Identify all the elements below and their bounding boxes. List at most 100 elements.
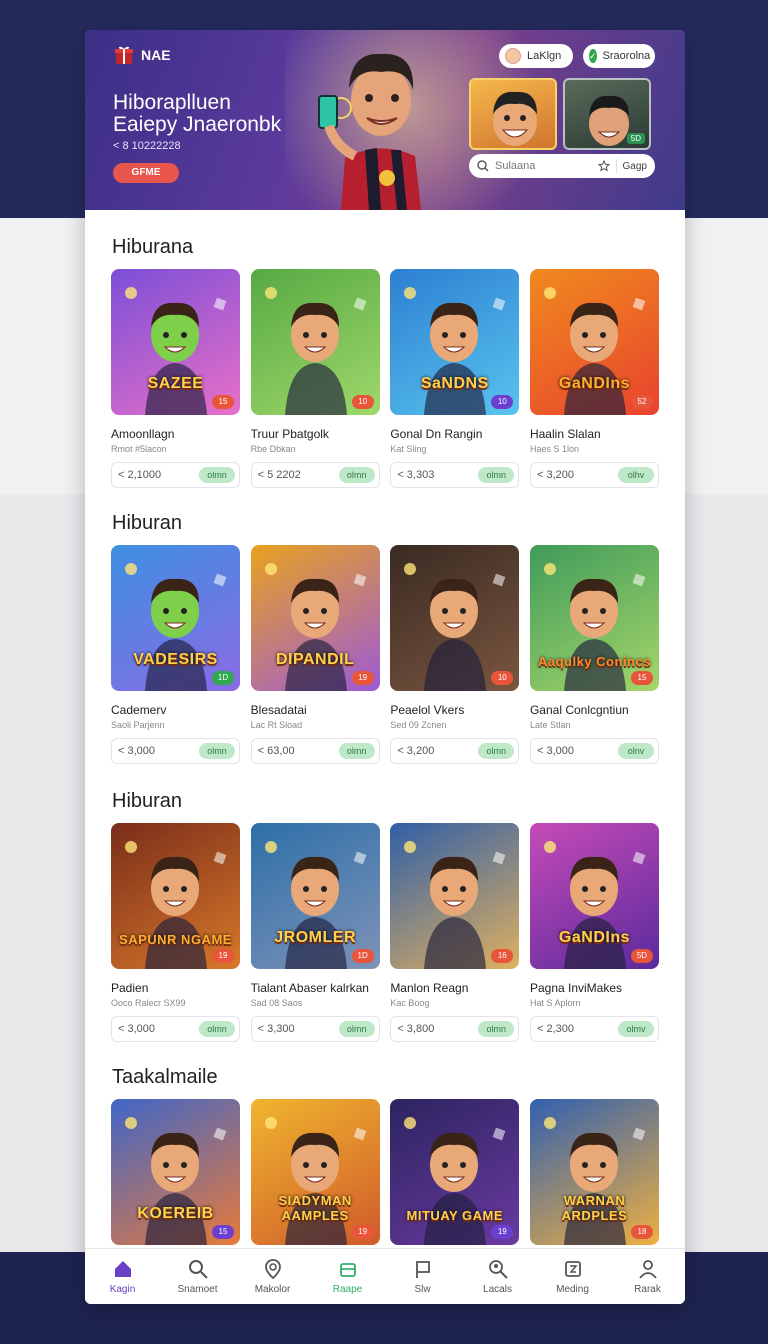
card-action-chip[interactable]: olmn bbox=[338, 467, 375, 483]
friends-park-art[interactable]: 10 bbox=[250, 269, 380, 415]
red-car-art[interactable]: Aaqulky Conincs 15 bbox=[529, 545, 659, 691]
game-card[interactable]: SAZEE 15 Amoonllagn Rmot #5lacon < 2,1000 olm… bbox=[111, 269, 240, 488]
card-footer: < 3,000 olmn bbox=[111, 738, 240, 764]
section-title: Hiburan bbox=[112, 512, 183, 534]
card-art-title: GaNDIns bbox=[558, 929, 630, 946]
card-meta: Rmot #5lacon bbox=[111, 444, 167, 454]
nav-item-flag[interactable]: Slw bbox=[385, 1249, 460, 1304]
nav-item-search[interactable]: Snamoet bbox=[160, 1249, 235, 1304]
kids-run-art[interactable]: WARNAN ARDPLES 18 bbox=[529, 1099, 659, 1245]
card-badge: 10 bbox=[491, 395, 514, 409]
game-card[interactable]: WARNAN ARDPLES 18 bbox=[529, 1099, 659, 1245]
card-action-chip[interactable]: olhv bbox=[617, 467, 654, 483]
game-card[interactable]: DIPANDIL 19 Blesadatai Lac Rt Sload < 63,00 o… bbox=[250, 545, 380, 764]
search-input[interactable]: Sulaana bbox=[495, 160, 592, 172]
card-action-chip[interactable]: olmn bbox=[478, 743, 515, 759]
card-badge: 1D bbox=[351, 949, 374, 963]
game-card[interactable]: 16 Manlon Reagn Kac Boog < 3,800 olmn bbox=[390, 823, 520, 1042]
hero-cta-button[interactable]: GFME bbox=[113, 163, 179, 183]
search-bar[interactable]: Sulaana Gagp bbox=[469, 154, 655, 178]
nav-label: Lacals bbox=[483, 1284, 512, 1295]
card-action-chip[interactable]: olmn bbox=[338, 1021, 375, 1037]
game-card[interactable]: GaNDIns 52 Haalin Slalan Haes S 1lon < 3,200… bbox=[529, 269, 659, 488]
signup-button[interactable]: ✓ Sraorolna bbox=[583, 44, 655, 68]
card-meta: Sad 08 Saos bbox=[250, 998, 303, 1008]
card-action-chip[interactable]: olmn bbox=[338, 743, 375, 759]
star-icon[interactable] bbox=[597, 160, 610, 172]
card-badge: 19 bbox=[351, 671, 374, 685]
nav-label: Makolor bbox=[254, 1284, 291, 1295]
game-card[interactable]: JROMLER 1D Tialant Abaser kalrkan Sad 08 Sa… bbox=[250, 823, 380, 1042]
card-price: < 3,303 bbox=[397, 469, 435, 481]
hero-banner: NAE Hiboraplluen Eaiepy Jnaeronbk < 8 10… bbox=[85, 30, 685, 210]
game-card[interactable]: KOEREIB 15 bbox=[111, 1099, 240, 1245]
game-card[interactable]: SaNDNS 10 Gonal Dn Rangin Kat Sling < 3,303 o… bbox=[390, 269, 520, 488]
group-stage-art[interactable]: SAPUNR NGAME 19 bbox=[111, 823, 240, 969]
card-action-chip[interactable]: olmv bbox=[617, 1021, 654, 1037]
boy-monster-art[interactable]: VADESIRS 1D bbox=[111, 545, 240, 691]
card-art-title: VADESIRS bbox=[133, 651, 218, 668]
character-figure bbox=[543, 841, 646, 969]
game-card[interactable]: Aaqulky Conincs 15 Ganal Conlcgntiun Late S… bbox=[529, 545, 659, 764]
featured-thumbnail-2[interactable]: 5D bbox=[563, 78, 651, 150]
card-badge: 52 bbox=[630, 395, 653, 409]
friends-gang-art[interactable]: KOEREIB 15 bbox=[111, 1099, 240, 1245]
card-art-title: JROMLER bbox=[274, 929, 357, 946]
nav-item-home[interactable]: Kagin bbox=[85, 1249, 160, 1304]
girl-portrait-art[interactable]: 10 bbox=[390, 545, 520, 691]
login-button[interactable]: LaKlgn bbox=[499, 44, 573, 68]
card-title: Ganal Conlcgntiun bbox=[529, 703, 629, 717]
card-action-chip[interactable]: olmn bbox=[478, 1021, 515, 1037]
card-meta: Kat Sling bbox=[390, 444, 427, 454]
character-figure bbox=[264, 841, 367, 969]
game-card[interactable]: SIADYMAN AAMPLES 19 bbox=[250, 1099, 380, 1245]
game-card[interactable]: GaNDIns 5D Pagna InviMakes Hat S Aplorn < 2,… bbox=[529, 823, 659, 1042]
nav-item-tile[interactable]: Meding bbox=[535, 1249, 610, 1304]
card-badge: 10 bbox=[351, 395, 374, 409]
card-grid: KOEREIB 15 SIADYMAN AAMPLES 19 MITUAY GAME 19… bbox=[111, 1099, 659, 1245]
party-dragon-art[interactable]: DIPANDIL 19 bbox=[250, 545, 380, 691]
game-card[interactable]: MITUAY GAME 19 bbox=[390, 1099, 520, 1245]
nav-item-profile[interactable]: Rarak bbox=[610, 1249, 685, 1304]
boy-hero-art[interactable]: SaNDNS 10 bbox=[390, 269, 520, 415]
card-footer: < 63,00 olmn bbox=[250, 738, 380, 764]
nav-item-magnify-person[interactable]: Lacals bbox=[460, 1249, 535, 1304]
game-card[interactable]: SAPUNR NGAME 19 Padien Ooco Ralecr SX99 < 3,… bbox=[111, 823, 240, 1042]
featured-thumbnail-1[interactable] bbox=[469, 78, 557, 150]
character-figure bbox=[404, 1117, 506, 1245]
card-price: < 5 2202 bbox=[257, 469, 301, 481]
card-action-chip[interactable]: olmn bbox=[199, 467, 235, 483]
card-action-chip[interactable]: olmn bbox=[199, 743, 235, 759]
card-action-chip[interactable]: olnv bbox=[617, 743, 654, 759]
nav-label: Meding bbox=[556, 1284, 589, 1295]
game-card[interactable]: 10 Peaelol Vkers Sed 09 Zcnen < 3,200 olmn bbox=[390, 545, 520, 764]
brand[interactable]: NAE bbox=[113, 44, 171, 66]
guitarist-art[interactable]: 16 bbox=[390, 823, 520, 969]
nav-item-box[interactable]: Raape bbox=[310, 1249, 385, 1304]
cool-boy-art[interactable]: SIADYMAN AAMPLES 19 bbox=[250, 1099, 380, 1245]
signup-label: Sraorolna bbox=[602, 50, 651, 62]
avatar bbox=[505, 48, 521, 64]
card-action-chip[interactable]: olmn bbox=[199, 1021, 235, 1037]
green-monster-art[interactable]: SAZEE 15 bbox=[111, 269, 240, 415]
guitar-boy-art[interactable]: GaNDIns 52 bbox=[529, 269, 659, 415]
character-figure bbox=[125, 1117, 227, 1245]
card-grid: VADESIRS 1D Cademerv Saoli Parjenn < 3,000 ol… bbox=[111, 545, 659, 764]
hero-title: Hiboraplluen Eaiepy Jnaeronbk bbox=[113, 92, 281, 136]
card-footer: < 3,200 olhv bbox=[529, 462, 659, 488]
divider bbox=[615, 159, 617, 173]
card-meta: Late Stlan bbox=[529, 720, 571, 730]
skater-art[interactable]: JROMLER 1D bbox=[250, 823, 380, 969]
search-filter-label[interactable]: Gagp bbox=[623, 161, 647, 172]
rocker-boy-art[interactable]: GaNDIns 5D bbox=[529, 823, 659, 969]
card-action-chip[interactable]: olmn bbox=[478, 467, 515, 483]
crowd-show-art[interactable]: MITUAY GAME 19 bbox=[390, 1099, 520, 1245]
nav-item-user-pin[interactable]: Makolor bbox=[235, 1249, 310, 1304]
card-price: < 2,1000 bbox=[118, 469, 162, 481]
card-footer: < 3,800 olmn bbox=[390, 1016, 520, 1042]
search-icon bbox=[188, 1260, 208, 1279]
game-card[interactable]: 10 Truur Pbatgolk Rbe Dbkan < 5 2202 olmn bbox=[250, 269, 380, 488]
card-grid: SAZEE 15 Amoonllagn Rmot #5lacon < 2,1000 olm… bbox=[111, 269, 659, 488]
game-card[interactable]: VADESIRS 1D Cademerv Saoli Parjenn < 3,000 ol… bbox=[111, 545, 240, 764]
card-meta: Saoli Parjenn bbox=[111, 720, 165, 730]
